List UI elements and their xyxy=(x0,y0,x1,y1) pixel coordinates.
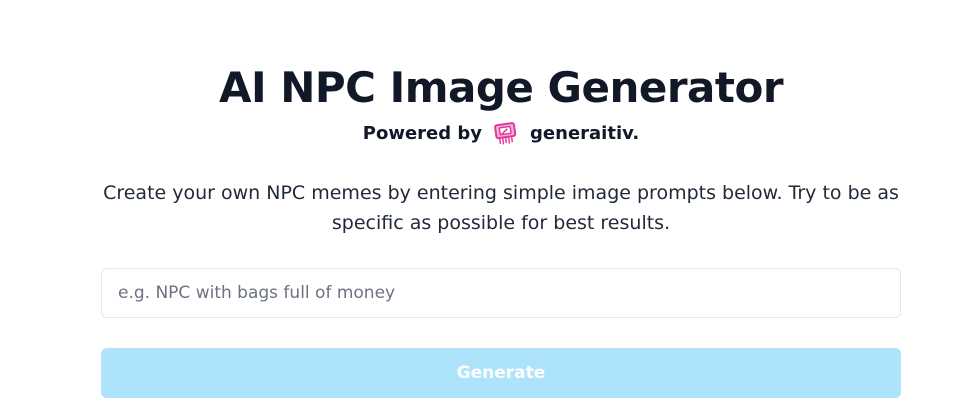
powered-by-label: Powered by xyxy=(362,122,483,144)
generator-panel: AI NPC Image Generator Powered by genera… xyxy=(101,0,901,420)
page-title: AI NPC Image Generator xyxy=(218,63,784,112)
powered-by: Powered by generaitiv. xyxy=(101,118,901,148)
generate-button[interactable]: Generate xyxy=(101,348,901,398)
generaitiv-logo-icon xyxy=(492,119,520,147)
prompt-input[interactable] xyxy=(101,268,901,318)
description-text: Create your own NPC memes by entering si… xyxy=(103,182,899,234)
brand-name: generaitiv. xyxy=(530,122,640,144)
